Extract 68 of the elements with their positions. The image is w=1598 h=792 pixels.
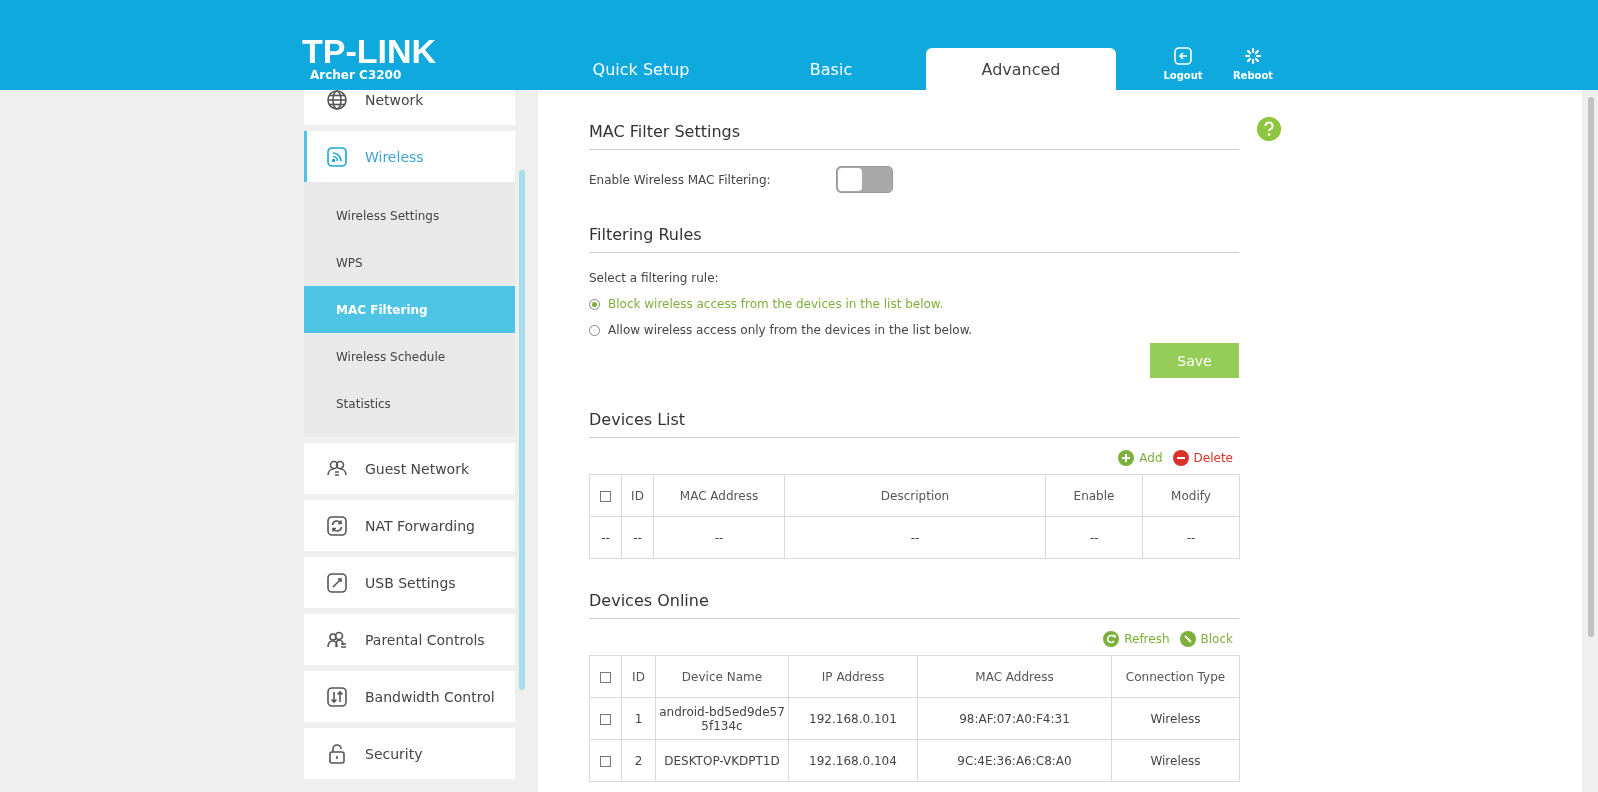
submenu-item[interactable]: Statistics [304,380,515,427]
logout-icon [1173,46,1193,66]
help-icon[interactable] [1257,117,1281,141]
table-cell: -- [621,516,654,559]
lock-icon [326,742,348,765]
section-title: MAC Filter Settings [589,90,1239,150]
table-cell: Wireless [1111,739,1240,782]
table-cell: 2 [621,739,656,782]
refresh-icon [1103,631,1120,647]
sidebar-item[interactable]: Security [304,728,515,779]
sidebar-item[interactable]: NAT Forwarding [304,500,515,551]
logo: TP-LINK [302,34,437,68]
page-scrollbar[interactable] [1588,97,1594,637]
radio-label[interactable]: Allow wireless access only from the devices in the list below. [608,323,973,337]
table-cell: -- [1045,516,1143,559]
column-header: Connection Type [1111,655,1240,698]
select-all-checkbox[interactable] [600,671,611,683]
table-cell: -- [653,516,785,559]
column-header: Enable [1045,474,1143,517]
select-all-checkbox[interactable] [600,490,611,502]
row-checkbox[interactable] [600,713,611,725]
toggle-switch[interactable] [836,166,893,193]
column-header: Modify [1142,474,1240,517]
table-cell: -- [589,516,622,559]
table-cell: -- [784,516,1046,559]
column-header: Description [784,474,1046,517]
column-header: ID [621,655,656,698]
submenu-item[interactable]: Wireless Schedule [304,333,515,380]
nav-tab[interactable]: Advanced [926,48,1116,90]
table-cell: 1 [621,697,656,740]
minus-icon [1172,450,1189,466]
sidebar-item[interactable]: Parental Controls [304,614,515,665]
table-cell: 192.168.0.101 [788,697,918,740]
block-icon [1179,631,1196,647]
globe-icon [326,90,348,111]
column-header: IP Address [788,655,918,698]
row-checkbox[interactable] [600,755,611,767]
column-header: ID [621,474,654,517]
table-cell: DESKTOP-VKDPT1D [655,739,789,782]
reboot-icon [1243,46,1263,66]
sidebar-item[interactable]: Network [304,90,515,125]
plus-icon [1118,450,1135,466]
table-cell: -- [1142,516,1240,559]
toggle-label: Enable Wireless MAC Filtering: [589,172,772,187]
column-header: MAC Address [653,474,785,517]
model-name: Archer C3200 [310,68,402,82]
table-cell: 9C:4E:36:A6:C8:A0 [917,739,1112,782]
table-cell: 98:AF:07:A0:F4:31 [917,697,1112,740]
sidebar-item[interactable]: USB Settings [304,557,515,608]
sidebar-item[interactable]: Guest Network [304,443,515,494]
submenu-item[interactable]: Wireless Settings [304,192,515,239]
section-title: Devices Online [589,559,1239,619]
submenu-item[interactable]: WPS [304,239,515,286]
table-cell: 192.168.0.104 [788,739,918,782]
wireless-icon [326,145,348,168]
delete-button[interactable]: Delete [1172,450,1233,466]
prompt-text: Select a filtering rule: [589,271,720,285]
nat-icon [326,514,348,537]
bandwidth-icon [326,685,348,708]
column-header: MAC Address [917,655,1112,698]
section-title: Devices List [589,378,1239,438]
table-cell: android-bd5ed9de575f134c [655,697,789,740]
column-header: Device Name [655,655,789,698]
section-title: Filtering Rules [589,193,1239,253]
table-cell: Wireless [1111,697,1240,740]
sidebar-scrollbar[interactable] [519,170,525,690]
usb-icon [326,571,348,594]
sidebar-item[interactable]: Bandwidth Control [304,671,515,722]
